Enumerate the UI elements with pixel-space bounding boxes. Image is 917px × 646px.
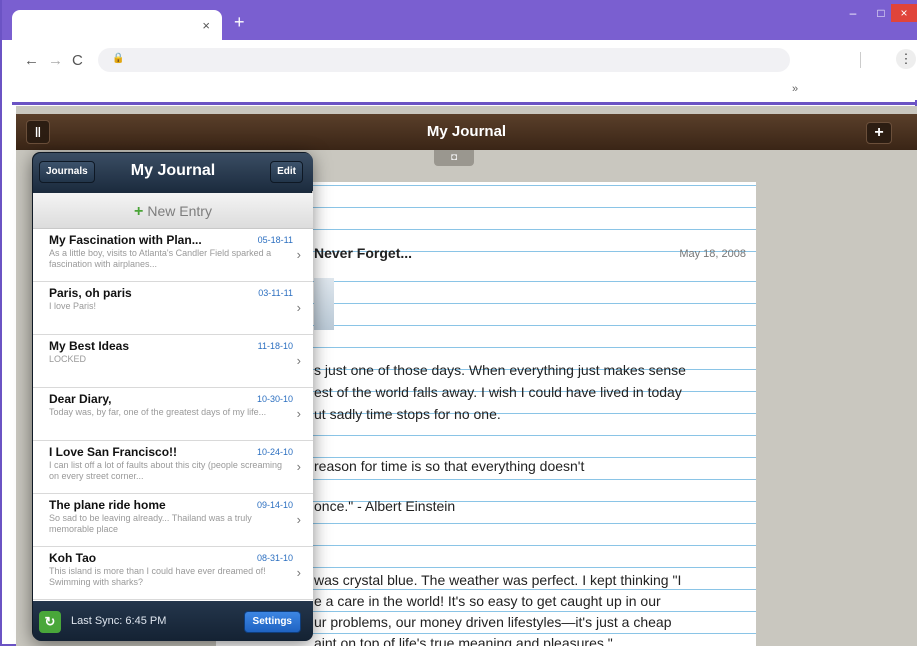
new-tab-button[interactable]: + [234,12,245,33]
list-item[interactable]: My Best Ideas 11-18-10 LOCKED › [33,335,313,388]
list-item[interactable]: Dear Diary, 10-30-10 Today was, by far, … [33,388,313,441]
app-header: Ⅱ My Journal + [16,114,917,150]
entries-list: + New Entry My Fascination with Plan... 0… [33,193,313,601]
edit-button[interactable]: Edit [270,161,303,183]
entry-title: Never Forget... [314,245,413,261]
list-item-snippet: LOCKED [49,354,87,364]
back-arrow-icon[interactable]: ← [24,52,39,69]
lock-icon: 🔒 [112,53,125,64]
body-line: e a care in the world! It's so easy to g… [314,593,661,609]
plus-icon: + [134,203,144,220]
address-bar[interactable]: 🔒 [98,48,790,72]
forward-arrow-icon[interactable]: → [48,52,63,69]
popover-footer: ↻ Last Sync: 6:45 PM Settings [33,601,313,641]
chevron-right-icon: › [296,300,301,315]
list-item-date: 10-24-10 [256,447,293,457]
body-line: once." - Albert Einstein [314,498,456,514]
list-item-date: 08-31-10 [256,553,293,563]
sync-icon[interactable]: ↻ [39,611,61,633]
list-item[interactable]: I Love San Francisco!! 10-24-10 I can li… [33,441,313,494]
list-item-snippet: So sad to be leaving already... Thailand… [49,513,252,534]
body-line: ur problems, our money driven lifestyles… [314,614,672,630]
chevron-right-icon: › [296,512,301,527]
list-item-snippet: I love Paris! [49,301,97,311]
new-entry-button[interactable]: + New Entry [33,193,313,229]
list-item-snippet: I can list off a lot of faults about thi… [49,460,282,481]
new-entry-label: New Entry [147,203,212,219]
chevron-right-icon: › [296,459,301,474]
list-item-title: I Love San Francisco!! [49,445,178,459]
list-item-snippet: This island is more than I could have ev… [49,566,266,587]
list-item-date: 10-30-10 [256,394,293,404]
chevron-right-icon: › [296,247,301,262]
bookmarks-overflow-icon[interactable]: » [792,83,798,95]
chevron-right-icon: › [296,565,301,580]
toolbar-border [12,102,917,105]
chevron-right-icon: › [296,406,301,421]
list-item-title: The plane ride home [49,498,166,512]
body-line: reason for time is so that everything do… [314,458,585,474]
popover-header: Journals My Journal Edit [33,153,313,191]
minimize-button[interactable]: – [840,4,866,22]
list-item-date: 11-18-10 [257,341,293,351]
list-item-date: 05-18-11 [257,235,293,245]
body-line: est of the world falls away. I wish I co… [314,384,682,400]
tab-close-icon[interactable]: × [202,18,210,33]
close-window-button[interactable]: × [891,4,917,22]
toolbar: ← → C 🔒 ⋮ » [2,40,917,100]
list-item[interactable]: My Fascination with Plan... 05-18-11 As … [33,229,313,282]
list-item-date: 03-11-11 [258,288,293,298]
toolbar-divider [860,52,861,68]
last-sync-label: Last Sync: 6:45 PM [71,615,167,627]
body-line: s just one of those days. When everythin… [314,362,686,378]
list-item-title: Dear Diary, [49,392,112,406]
list-item-title: My Best Ideas [49,339,130,353]
journal-entries-popover: Journals My Journal Edit + New Entry My F… [32,152,313,641]
page-title: My Journal [426,123,507,140]
list-item-title: Koh Tao [49,551,97,565]
tab-bar: × + – □ × [2,0,917,40]
body-line: aint on top of life's true meaning and p… [314,635,613,646]
reload-icon[interactable]: C [72,52,83,69]
list-item[interactable]: Paris, oh paris 03-11-11 I love Paris! › [33,282,313,335]
list-item-snippet: As a little boy, visits to Atlanta's Can… [49,248,272,269]
browser-tab[interactable]: × [12,10,222,40]
entry-date: May 18, 2008 [679,248,746,260]
body-line: ut sadly time stops for no one. [314,406,501,422]
add-entry-button[interactable]: + [866,122,892,144]
list-item-title: My Fascination with Plan... [49,233,202,247]
list-item-snippet: Today was, by far, one of the greatest d… [49,407,267,417]
list-item-title: Paris, oh paris [49,286,132,300]
settings-button[interactable]: Settings [243,611,301,633]
list-item[interactable]: The plane ride home 09-14-10 So sad to b… [33,494,313,547]
entry-photo[interactable] [314,278,334,330]
menu-icon[interactable]: ⋮ [896,49,916,69]
list-item[interactable]: Koh Tao 08-31-10 This island is more tha… [33,547,313,600]
camera-icon[interactable]: ◘ [434,150,474,166]
body-line: was crystal blue. The weather was perfec… [314,572,682,588]
list-item-date: 09-14-10 [256,500,293,510]
chevron-right-icon: › [296,353,301,368]
